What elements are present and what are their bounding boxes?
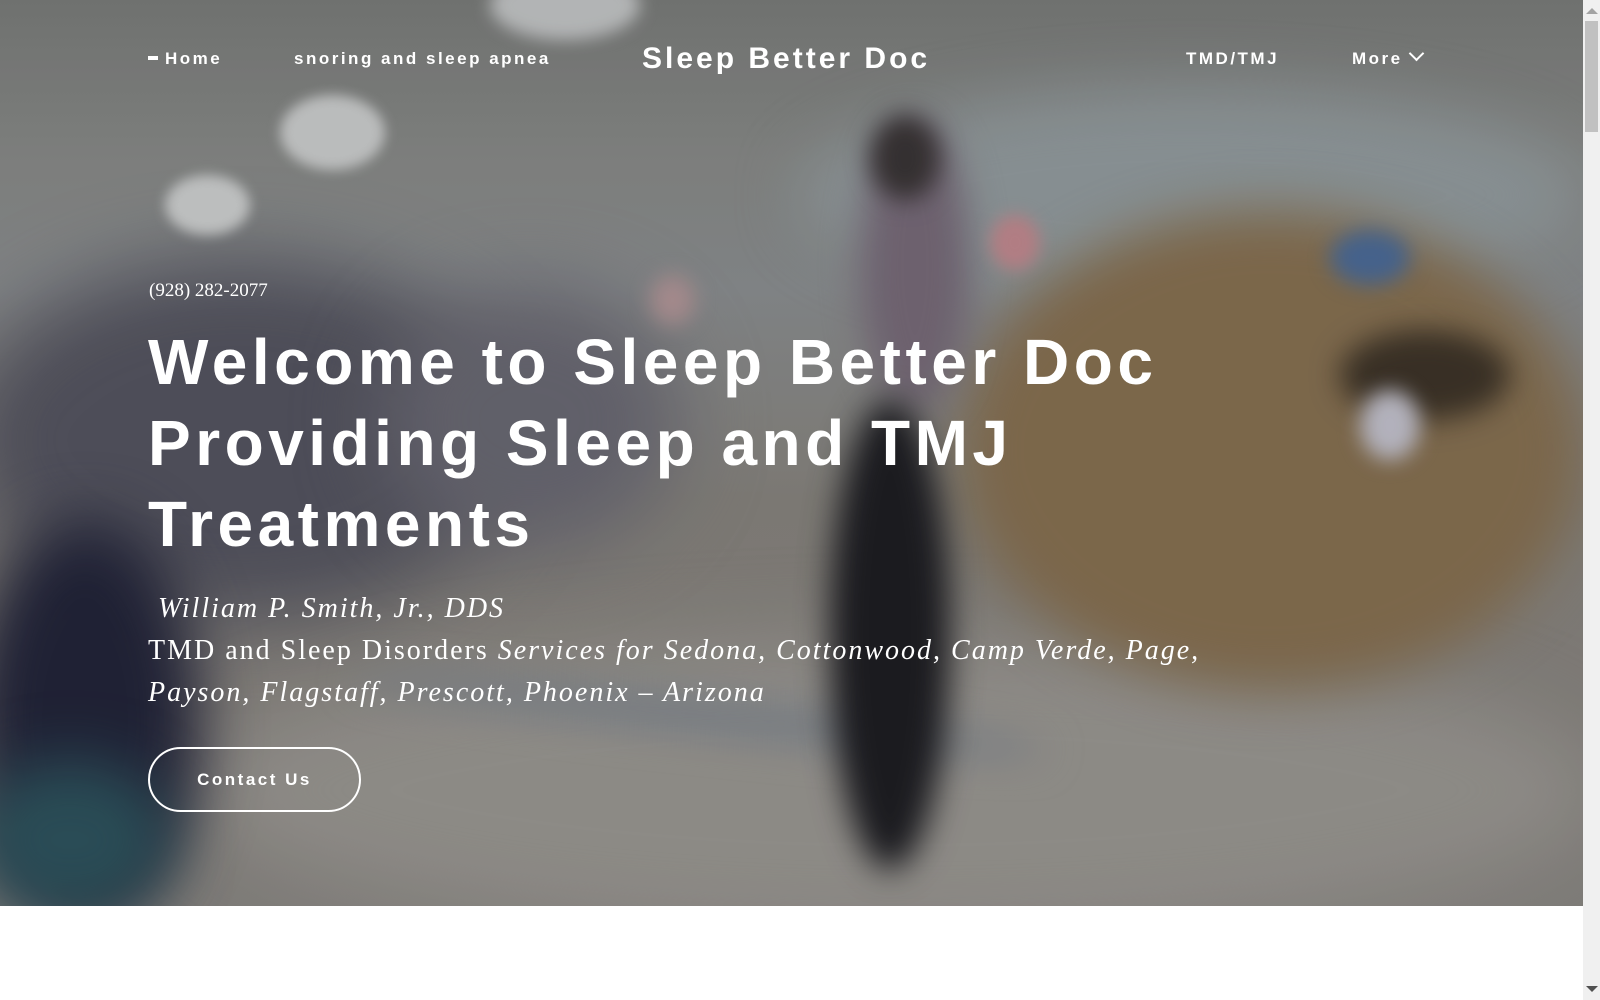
scroll-up-arrow-icon[interactable] bbox=[1586, 8, 1598, 14]
scroll-down-arrow-icon[interactable] bbox=[1586, 986, 1598, 992]
page-viewport: Home snoring and sleep apnea Sleep Bette… bbox=[0, 0, 1583, 1000]
vertical-scrollbar[interactable] bbox=[1583, 0, 1600, 1000]
hero-headline: Welcome to Sleep Better Doc Providing Sl… bbox=[148, 326, 1158, 560]
nav-tmd-link[interactable]: TMD/TMJ bbox=[1186, 49, 1279, 69]
hero-subtitle: William P. Smith, Jr., DDS TMD and Sleep… bbox=[148, 588, 1298, 714]
nav-home-link[interactable]: Home bbox=[148, 49, 222, 69]
chevron-down-icon bbox=[1408, 45, 1424, 62]
services-prefix: TMD and Sleep Disorders bbox=[148, 635, 498, 666]
dash-icon bbox=[148, 56, 158, 61]
phone-number: (928) 282-2077 bbox=[149, 280, 268, 301]
nav-snoring-link[interactable]: snoring and sleep apnea bbox=[294, 49, 551, 69]
nav-home-label: Home bbox=[165, 49, 223, 68]
nav-more-label: More bbox=[1352, 49, 1403, 68]
contact-us-button[interactable]: Contact Us bbox=[148, 747, 361, 812]
nav-more-dropdown[interactable]: More bbox=[1352, 45, 1424, 69]
top-navigation: Home snoring and sleep apnea Sleep Bette… bbox=[0, 0, 1583, 120]
scrollbar-thumb[interactable] bbox=[1585, 21, 1598, 132]
doctor-name: William P. Smith, Jr., DDS bbox=[158, 593, 506, 624]
site-brand-link[interactable]: Sleep Better Doc bbox=[642, 42, 930, 76]
